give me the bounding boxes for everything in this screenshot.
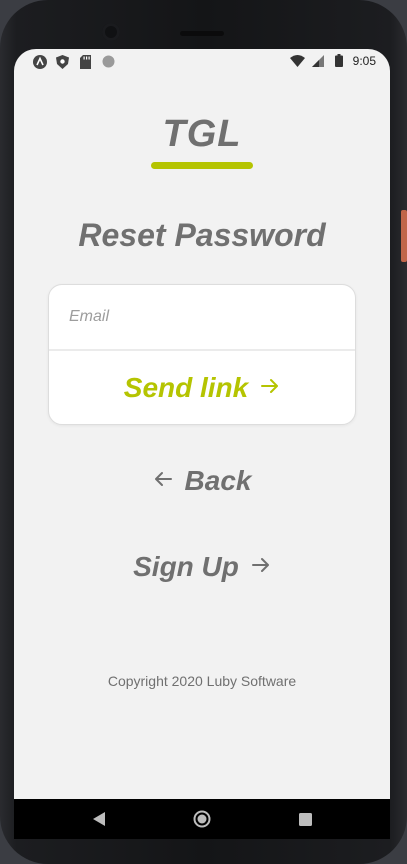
arrow-right-icon <box>260 377 280 400</box>
arrow-right-icon <box>251 556 271 579</box>
back-triangle-icon[interactable] <box>87 807 111 831</box>
send-link-button[interactable]: Send link <box>49 353 355 423</box>
status-bar: 9:05 <box>14 49 390 73</box>
arrow-left-icon <box>153 470 173 493</box>
logo-underline <box>151 162 253 169</box>
android-icon <box>32 54 47 69</box>
page-title: Reset Password <box>78 217 326 253</box>
system-nav-bar <box>14 799 390 839</box>
status-bar-notifications <box>32 54 116 69</box>
status-bar-system: 9:05 <box>289 53 376 68</box>
power-button <box>401 210 407 262</box>
shield-icon <box>55 54 70 69</box>
wifi-icon <box>289 53 305 68</box>
email-field[interactable] <box>49 285 355 351</box>
signal-icon <box>311 53 326 68</box>
app-logo: TGL <box>162 113 242 155</box>
status-time: 9:05 <box>352 53 376 68</box>
sign-up-link[interactable]: Sign Up <box>14 551 390 583</box>
copyright-text: Copyright 2020 Luby Software <box>107 673 297 689</box>
battery-icon <box>332 53 347 68</box>
recents-square-icon[interactable] <box>293 807 317 831</box>
back-link[interactable]: Back <box>14 465 390 497</box>
reset-form-card: Send link <box>48 284 356 425</box>
dot-icon <box>101 54 116 69</box>
sign-up-label: Sign Up <box>133 551 239 582</box>
phone-device: 9:05 TGL Reset Password Send link Back S… <box>0 0 407 864</box>
front-camera <box>102 23 120 41</box>
earpiece-speaker <box>180 31 224 36</box>
sd-card-icon <box>78 54 93 69</box>
back-label: Back <box>184 465 252 496</box>
send-link-label: Send link <box>123 372 249 403</box>
home-circle-icon[interactable] <box>190 807 214 831</box>
app-screen: 9:05 TGL Reset Password Send link Back S… <box>14 49 390 799</box>
